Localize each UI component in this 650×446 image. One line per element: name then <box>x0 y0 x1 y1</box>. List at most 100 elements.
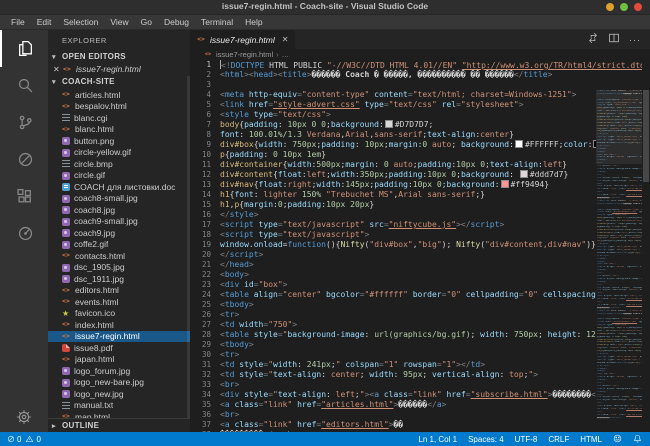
code-line[interactable]: 22<body> <box>190 270 642 280</box>
code-line[interactable]: 10p{padding: 0 10px 1em} <box>190 150 642 160</box>
file-item-coach8.jpg[interactable]: coach8.jpg <box>48 204 190 216</box>
breadcrumb-file[interactable]: issue7-regin.html <box>216 50 273 59</box>
code-line[interactable]: 7body{padding: 10px 0 0;background:#D7D7… <box>190 120 642 130</box>
code-line[interactable]: 4<meta http-equiv="content-type" content… <box>190 90 642 100</box>
code-line[interactable]: 3 <box>190 80 642 90</box>
notifications-bell-icon[interactable] <box>633 434 642 445</box>
menu-debug[interactable]: Debug <box>158 17 195 27</box>
file-item-circle.gif[interactable]: circle.gif <box>48 170 190 182</box>
problems-errors[interactable]: 0 <box>7 435 21 444</box>
file-item-COACH для листовки.doc[interactable]: COACH для листовки.doc <box>48 181 190 193</box>
folder-header[interactable]: COACH-SITE <box>48 75 190 88</box>
code-line[interactable]: 36<br> <box>190 410 642 420</box>
source-control-icon[interactable] <box>0 104 48 141</box>
breadcrumb-more[interactable]: … <box>282 50 290 59</box>
code-line[interactable]: 5<link href="style-advert.css" type="tex… <box>190 100 642 110</box>
code-line[interactable]: 14h1{font: lighter 150% "Trebuchet MS",A… <box>190 190 642 200</box>
code-line[interactable]: 15h1,p{margin:0;padding:10px 20px} <box>190 200 642 210</box>
code-line[interactable]: 6<style type="text/css"> <box>190 110 642 120</box>
encoding[interactable]: UTF-8 <box>515 435 538 444</box>
extensions-icon[interactable] <box>0 178 48 215</box>
file-item-coach9-small.jpg[interactable]: coach9-small.jpg <box>48 216 190 228</box>
menu-go[interactable]: Go <box>135 17 158 27</box>
file-item-events.html[interactable]: events.html <box>48 296 190 308</box>
code-line[interactable]: 13div#nav{float:right;width:145px;paddin… <box>190 180 642 190</box>
editor-scrollbar[interactable] <box>642 90 650 432</box>
code-line[interactable]: 31<td style="width: 241px;" colspan="1" … <box>190 360 642 370</box>
menu-edit[interactable]: Edit <box>31 17 58 27</box>
code-line[interactable]: 34<div style="text-align: left;"><a clas… <box>190 390 642 400</box>
code-line[interactable]: 9div#box{width: 750px;padding: 10px;marg… <box>190 140 642 150</box>
file-item-issue8.pdf[interactable]: issue8.pdf <box>48 342 190 354</box>
code-line[interactable]: 32<td style="text-align: center; width: … <box>190 370 642 380</box>
file-item-blanc.cgi[interactable]: blanc.cgi <box>48 112 190 124</box>
code-line[interactable]: 38���������</a><br> <box>190 430 642 432</box>
code-line[interactable]: 28<table style="background-image: url(gr… <box>190 330 642 340</box>
file-item-favicon.ico[interactable]: favicon.ico <box>48 308 190 320</box>
file-item-blanc.html[interactable]: blanc.html <box>48 124 190 136</box>
file-item-logo_new-bare.jpg[interactable]: logo_new-bare.jpg <box>48 377 190 389</box>
code-line[interactable]: 8font: 100.01%/1.3 Verdana,Arial,sans-se… <box>190 130 642 140</box>
code-line[interactable]: 27<td width="750"> <box>190 320 642 330</box>
code-line[interactable]: 26<tr> <box>190 310 642 320</box>
search-icon[interactable] <box>0 67 48 104</box>
file-item-editors.html[interactable]: editors.html <box>48 285 190 297</box>
code-line[interactable]: 19window.onload=function(){Nifty("div#bo… <box>190 240 642 250</box>
open-changes-icon[interactable] <box>587 31 599 49</box>
problems-warnings[interactable]: 0 <box>25 435 40 444</box>
code-line[interactable]: 35<a class="link" href="articles.html">�… <box>190 400 642 410</box>
feedback-smiley-icon[interactable] <box>613 434 622 445</box>
open-editor-item[interactable]: issue7-regin.html <box>48 63 190 75</box>
code-line[interactable]: 23<div id="box"> <box>190 280 642 290</box>
explorer-icon[interactable] <box>0 30 48 67</box>
file-item-dsc_1911.jpg[interactable]: dsc_1911.jpg <box>48 273 190 285</box>
code-editor[interactable]: 1<!DOCTYPE HTML PUBLIC "-//W3C//DTD HTML… <box>190 60 650 432</box>
file-item-articles.html[interactable]: articles.html <box>48 89 190 101</box>
menu-help[interactable]: Help <box>239 17 268 27</box>
file-item-coach8-small.jpg[interactable]: coach8-small.jpg <box>48 193 190 205</box>
tab-issue7-regin[interactable]: issue7-regin.html <box>190 30 296 49</box>
file-item-index.html[interactable]: index.html <box>48 319 190 331</box>
file-item-button.png[interactable]: button.png <box>48 135 190 147</box>
file-item-japan.html[interactable]: japan.html <box>48 354 190 366</box>
code-line[interactable]: 1<!DOCTYPE HTML PUBLIC "-//W3C//DTD HTML… <box>190 60 642 70</box>
file-item-issue7-regin.html[interactable]: issue7-regin.html <box>48 331 190 343</box>
code-line[interactable]: 24<table align="center" bgcolor="#ffffff… <box>190 290 642 300</box>
cursor-position[interactable]: Ln 1, Col 1 <box>418 435 457 444</box>
file-item-map.html[interactable]: map.html <box>48 411 190 418</box>
code-line[interactable]: 21</head> <box>190 260 642 270</box>
tab-close-icon[interactable] <box>282 35 289 44</box>
file-item-circle-yellow.gif[interactable]: circle-yellow.gif <box>48 147 190 159</box>
language-mode[interactable]: HTML <box>580 435 602 444</box>
close-button[interactable] <box>634 3 642 11</box>
code-line[interactable]: 25<tbody> <box>190 300 642 310</box>
maximize-button[interactable] <box>620 3 628 11</box>
menu-terminal[interactable]: Terminal <box>195 17 239 27</box>
menu-selection[interactable]: Selection <box>57 17 104 27</box>
file-item-logo_new.jpg[interactable]: logo_new.jpg <box>48 388 190 400</box>
code-line[interactable]: 18<script type="text/javascript"> <box>190 230 642 240</box>
file-item-coach9.jpg[interactable]: coach9.jpg <box>48 227 190 239</box>
code-line[interactable]: 30<tr> <box>190 350 642 360</box>
code-line[interactable]: 2<html><head><title>������ Coach � �����… <box>190 70 642 80</box>
minimap-viewport[interactable] <box>596 90 642 164</box>
code-line[interactable]: 16</style> <box>190 210 642 220</box>
file-item-circle.bmp[interactable]: circle.bmp <box>48 158 190 170</box>
minimize-button[interactable] <box>606 3 614 11</box>
more-actions-icon[interactable] <box>629 35 641 45</box>
code-line[interactable]: 11div#container{width:500px;margin: 0 au… <box>190 160 642 170</box>
file-item-logo_forum.jpg[interactable]: logo_forum.jpg <box>48 365 190 377</box>
file-item-coffe2.gif[interactable]: coffe2.gif <box>48 239 190 251</box>
menu-view[interactable]: View <box>104 17 134 27</box>
code-line[interactable]: 29<tbody> <box>190 340 642 350</box>
minimap[interactable]: <!DOCTYPE HTML PUBLIC "-//W3C//DTD HTML … <box>596 90 642 432</box>
split-editor-icon[interactable] <box>608 31 620 49</box>
indentation[interactable]: Spaces: 4 <box>468 435 504 444</box>
file-item-manual.txt[interactable]: manual.txt <box>48 400 190 412</box>
code-line[interactable]: 33<br> <box>190 380 642 390</box>
code-line[interactable]: 12div#content{float:left;width:350px;pad… <box>190 170 642 180</box>
code-line[interactable]: 20</script> <box>190 250 642 260</box>
code-line[interactable]: 17<script type="text/javascript" src="ni… <box>190 220 642 230</box>
eol-sequence[interactable]: CRLF <box>548 435 569 444</box>
debug-icon[interactable] <box>0 141 48 178</box>
